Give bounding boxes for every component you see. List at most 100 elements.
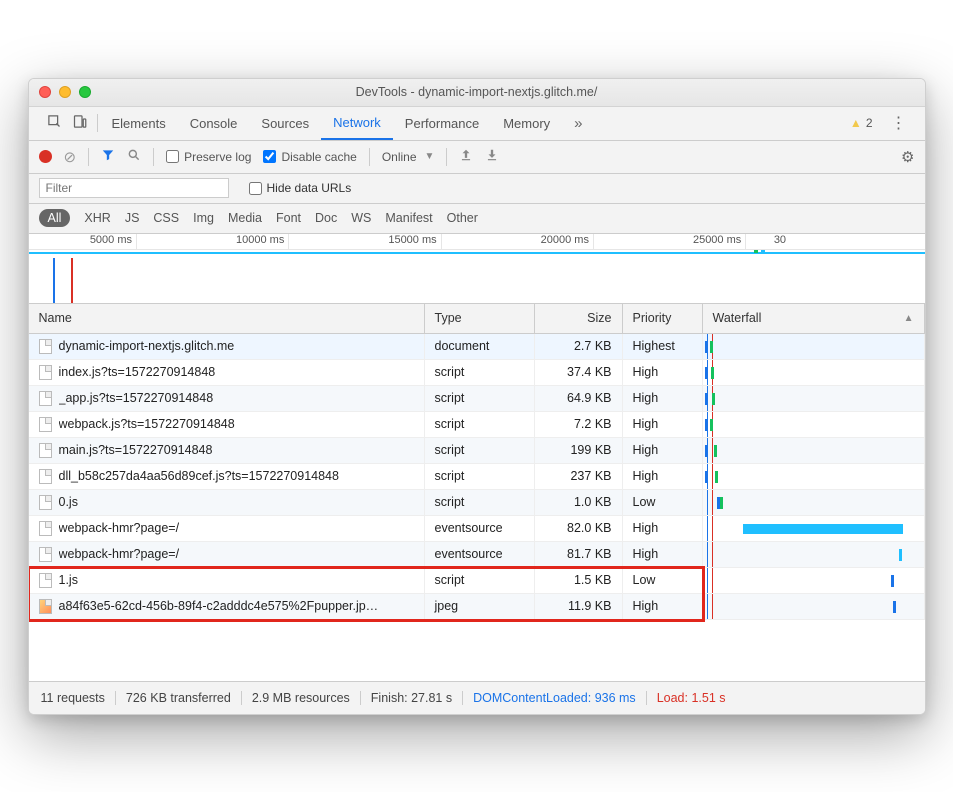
preserve-log-input[interactable]	[166, 150, 179, 163]
minimize-button[interactable]	[59, 86, 71, 98]
chip-img[interactable]: Img	[193, 211, 214, 225]
close-button[interactable]	[39, 86, 51, 98]
chip-css[interactable]: CSS	[153, 211, 179, 225]
cell-size: 7.2 KB	[535, 412, 623, 437]
dcl-marker	[53, 258, 55, 303]
throttling-select[interactable]: Online ▼	[382, 150, 435, 164]
chip-media[interactable]: Media	[228, 211, 262, 225]
tab-memory[interactable]: Memory	[491, 106, 562, 140]
timeline-tick: 10000 ms	[136, 234, 288, 249]
chip-font[interactable]: Font	[276, 211, 301, 225]
preserve-log-label: Preserve log	[184, 150, 251, 164]
cell-type: jpeg	[425, 594, 535, 619]
cell-priority: High	[623, 386, 703, 411]
file-icon	[39, 469, 52, 484]
search-icon[interactable]	[127, 148, 141, 165]
chip-xhr[interactable]: XHR	[84, 211, 110, 225]
tab-performance[interactable]: Performance	[393, 106, 491, 140]
table-row[interactable]: dll_b58c257da4aa56d89cef.js?ts=157227091…	[29, 464, 925, 490]
cell-priority: High	[623, 594, 703, 619]
settings-menu-icon[interactable]: ⋮	[883, 113, 915, 133]
chip-manifest[interactable]: Manifest	[385, 211, 432, 225]
tab-sources[interactable]: Sources	[249, 106, 321, 140]
preserve-log-checkbox[interactable]: Preserve log	[166, 150, 251, 164]
chip-all[interactable]: All	[39, 209, 71, 227]
network-settings-icon[interactable]: ⚙	[901, 148, 914, 166]
cell-name: 1.js	[29, 568, 425, 593]
disable-cache-input[interactable]	[263, 150, 276, 163]
header-type[interactable]: Type	[425, 304, 535, 333]
image-file-icon	[39, 599, 52, 614]
maximize-button[interactable]	[79, 86, 91, 98]
header-size[interactable]: Size	[535, 304, 623, 333]
timeline-tick: 20000 ms	[441, 234, 593, 249]
cell-priority: High	[623, 438, 703, 463]
status-load: Load: 1.51 s	[647, 691, 726, 705]
cell-waterfall	[703, 490, 925, 515]
table-row[interactable]: webpack.js?ts=1572270914848script7.2 KBH…	[29, 412, 925, 438]
hide-data-urls-checkbox[interactable]: Hide data URLs	[249, 181, 352, 195]
request-table: dynamic-import-nextjs.glitch.medocument2…	[29, 334, 925, 620]
file-icon	[39, 339, 52, 354]
filter-input[interactable]	[39, 178, 229, 198]
warnings-badge[interactable]: ▲ 2	[842, 116, 881, 130]
tab-network[interactable]: Network	[321, 106, 393, 140]
cell-type: script	[425, 464, 535, 489]
cell-name: dynamic-import-nextjs.glitch.me	[29, 334, 425, 359]
request-name: dll_b58c257da4aa56d89cef.js?ts=157227091…	[59, 469, 339, 483]
chip-doc[interactable]: Doc	[315, 211, 337, 225]
cell-size: 37.4 KB	[535, 360, 623, 385]
chip-other[interactable]: Other	[447, 211, 478, 225]
cell-size: 199 KB	[535, 438, 623, 463]
download-har-icon[interactable]	[485, 148, 499, 165]
cell-type: script	[425, 412, 535, 437]
device-icon[interactable]	[72, 114, 87, 132]
cell-waterfall	[703, 360, 925, 385]
cell-waterfall	[703, 334, 925, 359]
hide-data-urls-input[interactable]	[249, 182, 262, 195]
table-row[interactable]: webpack-hmr?page=/eventsource81.7 KBHigh	[29, 542, 925, 568]
more-panels-icon[interactable]: »	[564, 115, 592, 132]
cell-type: script	[425, 360, 535, 385]
table-row[interactable]: 1.jsscript1.5 KBLow	[29, 568, 925, 594]
filter-icon[interactable]	[101, 148, 115, 165]
disable-cache-checkbox[interactable]: Disable cache	[263, 150, 356, 164]
cell-priority: Highest	[623, 334, 703, 359]
cell-name: webpack-hmr?page=/	[29, 542, 425, 567]
window-title: DevTools - dynamic-import-nextjs.glitch.…	[29, 85, 925, 99]
table-row[interactable]: 0.jsscript1.0 KBLow	[29, 490, 925, 516]
inspect-icon[interactable]	[47, 114, 62, 132]
cell-size: 11.9 KB	[535, 594, 623, 619]
timeline-overview[interactable]: 5000 ms10000 ms15000 ms20000 ms25000 ms3…	[29, 234, 925, 304]
table-row[interactable]: index.js?ts=1572270914848script37.4 KBHi…	[29, 360, 925, 386]
table-row[interactable]: dynamic-import-nextjs.glitch.medocument2…	[29, 334, 925, 360]
tab-console[interactable]: Console	[178, 106, 250, 140]
header-waterfall[interactable]: Waterfall ▲	[703, 304, 925, 333]
online-label: Online	[382, 150, 417, 164]
cell-name: dll_b58c257da4aa56d89cef.js?ts=157227091…	[29, 464, 425, 489]
timeline-tick: 25000 ms	[593, 234, 745, 249]
chip-ws[interactable]: WS	[351, 211, 371, 225]
file-icon	[39, 443, 52, 458]
upload-har-icon[interactable]	[459, 148, 473, 165]
cell-type: script	[425, 490, 535, 515]
cell-size: 1.0 KB	[535, 490, 623, 515]
divider	[369, 148, 370, 166]
header-priority[interactable]: Priority	[623, 304, 703, 333]
request-name: 1.js	[59, 573, 78, 587]
table-row[interactable]: a84f63e5-62cd-456b-89f4-c2adddc4e575%2Fp…	[29, 594, 925, 620]
clear-button[interactable]: ⊘	[64, 148, 77, 166]
status-dcl: DOMContentLoaded: 936 ms	[463, 691, 647, 705]
chip-js[interactable]: JS	[125, 211, 140, 225]
cell-name: webpack.js?ts=1572270914848	[29, 412, 425, 437]
table-row[interactable]: webpack-hmr?page=/eventsource82.0 KBHigh	[29, 516, 925, 542]
cell-size: 1.5 KB	[535, 568, 623, 593]
file-icon	[39, 495, 52, 510]
tab-elements[interactable]: Elements	[100, 106, 178, 140]
table-row[interactable]: _app.js?ts=1572270914848script64.9 KBHig…	[29, 386, 925, 412]
header-name[interactable]: Name	[29, 304, 425, 333]
cell-waterfall	[703, 412, 925, 437]
table-row[interactable]: main.js?ts=1572270914848script199 KBHigh	[29, 438, 925, 464]
record-button[interactable]	[39, 150, 52, 163]
load-marker	[71, 258, 73, 303]
